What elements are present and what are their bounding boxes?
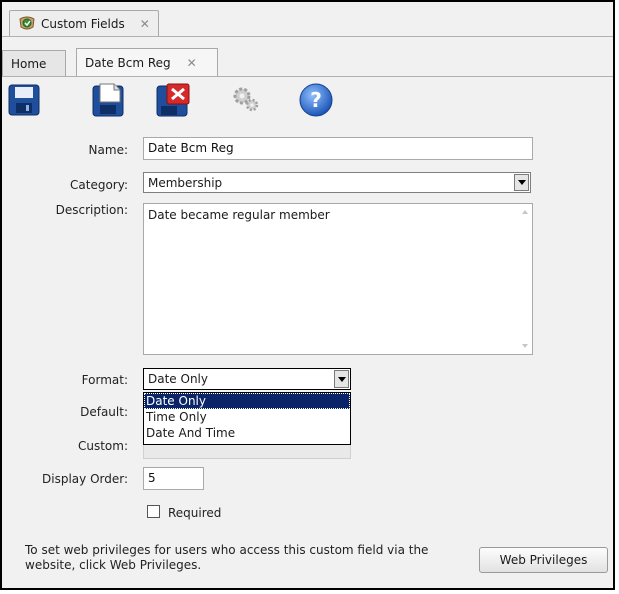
scrollbar[interactable] (520, 208, 530, 350)
note-line: To set web privileges for users who acce… (25, 543, 429, 557)
tab-label: Custom Fields (41, 17, 125, 31)
web-privileges-note: To set web privileges for users who acce… (25, 543, 475, 573)
description-textarea[interactable]: Date became regular member (143, 203, 533, 355)
custom-fields-icon (18, 15, 36, 34)
description-value: Date became regular member (148, 208, 330, 222)
description-label: Description: (55, 203, 128, 217)
web-privileges-button[interactable]: Web Privileges (479, 547, 608, 573)
name-input[interactable]: Date Bcm Reg (143, 137, 533, 160)
settings-button[interactable] (227, 82, 265, 118)
custom-field-form: Name: Date Bcm Reg Category: Membership … (2, 122, 613, 592)
format-dropdown-list: Date Only Time Only Date And Time (143, 392, 351, 445)
save-icon (8, 84, 40, 116)
format-option[interactable]: Date And Time (144, 425, 350, 441)
required-checkbox[interactable] (147, 505, 160, 518)
toolbar: ? (2, 79, 613, 121)
tab-custom-fields[interactable]: Custom Fields ✕ (9, 10, 159, 37)
name-label: Name: (88, 143, 128, 157)
category-select[interactable]: Membership (143, 172, 531, 193)
category-value: Membership (148, 175, 223, 190)
scroll-down-icon[interactable] (522, 344, 528, 348)
delete-button[interactable] (154, 82, 192, 118)
svg-text:?: ? (310, 88, 322, 112)
note-line: website, click Web Privileges. (25, 558, 202, 572)
format-option[interactable]: Time Only (144, 409, 350, 425)
help-icon: ? (299, 83, 333, 117)
save-button[interactable] (5, 82, 43, 118)
close-icon[interactable]: ✕ (187, 56, 197, 70)
save-new-icon (92, 83, 124, 117)
default-label: Default: (80, 405, 128, 419)
divider (2, 76, 613, 77)
scroll-up-icon[interactable] (522, 210, 528, 214)
delete-icon (156, 83, 190, 117)
format-value: Date Only (148, 372, 208, 386)
tab-date-bcm-reg[interactable]: Date Bcm Reg ✕ (76, 48, 218, 77)
custom-fields-window: Custom Fields ✕ Home Date Bcm Reg ✕ ? Na… (0, 0, 615, 590)
chevron-down-icon[interactable] (334, 370, 349, 388)
custom-input[interactable] (143, 445, 351, 459)
outer-tab-bar: Custom Fields ✕ (2, 2, 613, 37)
custom-label: Custom: (77, 439, 128, 453)
tab-label: Home (11, 57, 47, 71)
inner-tab-bar: Home Date Bcm Reg ✕ (2, 48, 613, 77)
display-order-label: Display Order: (42, 472, 128, 486)
help-button[interactable]: ? (297, 82, 335, 118)
format-select[interactable]: Date Only (143, 368, 351, 390)
tab-label: Date Bcm Reg (85, 56, 171, 70)
format-label: Format: (81, 373, 128, 387)
close-icon[interactable]: ✕ (140, 17, 150, 31)
divider (2, 36, 613, 37)
tab-home[interactable]: Home (2, 50, 66, 77)
required-label: Required (168, 506, 222, 520)
chevron-down-icon[interactable] (514, 174, 529, 191)
format-option[interactable]: Date Only (144, 393, 350, 409)
display-order-input[interactable]: 5 (143, 467, 204, 490)
category-label: Category: (70, 178, 128, 192)
save-new-button[interactable] (90, 82, 128, 118)
settings-icon (233, 87, 259, 112)
